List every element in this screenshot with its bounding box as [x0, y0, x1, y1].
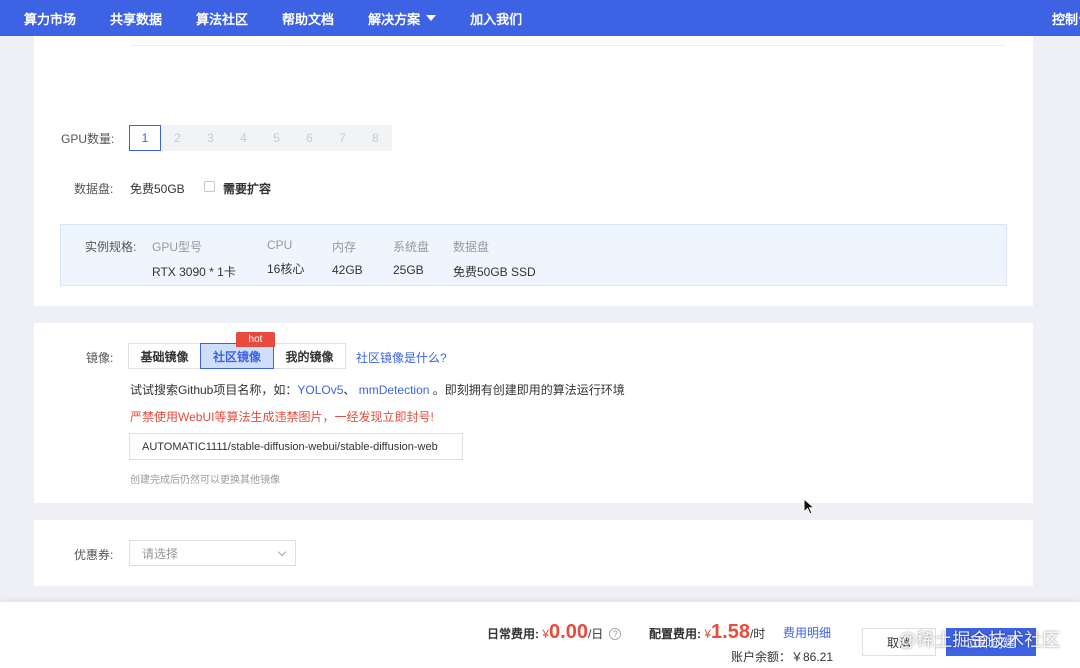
divider	[130, 45, 1006, 46]
config-fee-amount: 1.58	[711, 621, 750, 643]
hint-sep: 、	[343, 383, 356, 397]
nav-item-help-docs[interactable]: 帮助文档	[282, 9, 334, 28]
spec-value: 42GB	[332, 263, 363, 277]
config-fee-unit: /时	[749, 627, 766, 641]
chevron-down-icon	[426, 15, 437, 21]
spec-col-gpu: GPU型号 RTX 3090 * 1卡	[152, 238, 236, 280]
mirror-label: 镜像:	[86, 351, 114, 365]
daily-fee-unit: /日	[587, 627, 604, 641]
tab-base-mirror[interactable]: 基础镜像	[128, 343, 201, 369]
nav-item-solutions[interactable]: 解决方案	[368, 9, 437, 28]
gpu-option-5[interactable]: 5	[260, 125, 293, 151]
hint-text: 试试搜索Github项目名称，如：	[130, 383, 298, 397]
mirror-warning: 严禁使用WebUI等算法生成违禁图片，一经发现立即封号!	[130, 410, 434, 424]
gpu-count-label: GPU数量:	[61, 132, 115, 146]
hint-text: 。即刻拥有创建即用的算法运行环境	[432, 383, 625, 397]
top-nav: 算力市场 共享数据 算法社区 帮助文档 解决方案 加入我们 控制台	[0, 0, 1080, 36]
gpu-count-selector: 1 2 3 4 5 6 7 8	[129, 125, 392, 151]
nav-item-label: 共享数据	[110, 11, 163, 27]
free-disk-value: 免费50GB	[130, 182, 185, 196]
gpu-option-6[interactable]: 6	[293, 125, 326, 151]
cancel-button[interactable]: 取消	[862, 628, 936, 656]
spec-header: GPU型号	[152, 240, 203, 254]
expand-disk-checkbox[interactable]	[204, 181, 215, 192]
nav-item-label: 算力市场	[24, 11, 77, 27]
mirror-input[interactable]	[129, 433, 463, 460]
spec-header: 数据盘	[453, 240, 490, 254]
spec-value: 16核心	[267, 262, 305, 276]
nav-item-algorithm-community[interactable]: 算法社区	[196, 9, 248, 28]
help-circle-icon[interactable]: ?	[609, 628, 622, 640]
tab-my-mirror[interactable]: 我的镜像	[273, 343, 346, 369]
mouse-cursor-icon	[803, 498, 816, 515]
spec-col-data-disk: 数据盘 免费50GB SSD	[453, 238, 536, 280]
spec-header: 系统盘	[393, 240, 430, 254]
fee-detail-link[interactable]: 费用明细	[783, 624, 831, 641]
expand-disk-label[interactable]: 需要扩容	[223, 180, 271, 197]
coupon-placeholder: 请选择	[142, 546, 179, 561]
instance-spec-box: 实例规格: GPU型号 RTX 3090 * 1卡 CPU 16核心 内存 42…	[60, 224, 1007, 286]
spec-header: 内存	[332, 240, 357, 254]
coupon-label: 优惠券:	[74, 548, 114, 562]
daily-fee-amount: 0.00	[549, 621, 588, 643]
nav-item-compute-market[interactable]: 算力市场	[24, 9, 76, 28]
gpu-option-8[interactable]: 8	[359, 125, 392, 151]
community-mirror-help-link[interactable]: 社区镜像是什么?	[356, 349, 447, 366]
spec-col-system-disk: 系统盘 25GB	[393, 238, 429, 277]
nav-item-label: 解决方案	[368, 11, 421, 27]
spec-header: CPU	[267, 238, 293, 252]
nav-item-label: 加入我们	[470, 11, 523, 27]
nav-item-label: 算法社区	[196, 11, 249, 27]
spec-value: 免费50GB SSD	[453, 265, 536, 279]
gpu-option-7[interactable]: 7	[326, 125, 359, 151]
spec-value: 25GB	[393, 263, 424, 277]
yolov5-link[interactable]: YOLOv5	[297, 383, 343, 397]
fee-footer: 日常费用: ¥0.00/日? 配置费用: ¥1.58/时 费用明细 账户余额：￥…	[0, 602, 1080, 668]
mirror-card: 镜像: hot 基础镜像 社区镜像 我的镜像 社区镜像是什么? 试试搜索Gith…	[34, 323, 1033, 503]
chevron-down-icon	[277, 547, 287, 557]
gpu-option-2[interactable]: 2	[161, 125, 194, 151]
create-now-button[interactable]: 立即创建	[946, 628, 1036, 656]
config-fee-label: 配置费用:	[649, 627, 701, 641]
nav-item-shared-data[interactable]: 共享数据	[110, 9, 162, 28]
config-fee: 配置费用: ¥1.58/时	[649, 621, 765, 644]
nav-item-label: 控制台	[1052, 11, 1080, 27]
mirror-note: 创建完成后仍然可以更换其他镜像	[130, 475, 280, 486]
gpu-option-4[interactable]: 4	[227, 125, 260, 151]
hot-badge: hot	[236, 332, 275, 347]
spec-col-memory: 内存 42GB	[332, 238, 363, 277]
spec-col-cpu: CPU 16核心	[267, 238, 304, 277]
instance-config-card: GPU数量: 1 2 3 4 5 6 7 8 数据盘: 免费50GB 需要扩容 …	[34, 36, 1033, 306]
coupon-select[interactable]: 请选择	[129, 540, 296, 566]
nav-item-label: 帮助文档	[282, 11, 335, 27]
mmdetection-link[interactable]: mmDetection	[359, 383, 430, 397]
mirror-hint: 试试搜索Github项目名称，如：YOLOv5、 mmDetection 。即刻…	[130, 381, 625, 398]
data-disk-label: 数据盘:	[74, 182, 114, 196]
gpu-option-3[interactable]: 3	[194, 125, 227, 151]
coupon-card: 优惠券: 请选择	[34, 520, 1033, 586]
daily-fee: 日常费用: ¥0.00/日?	[487, 621, 622, 644]
spec-value: RTX 3090 * 1卡	[152, 265, 236, 279]
account-balance: 账户余额：￥86.21	[731, 650, 834, 664]
nav-item-console[interactable]: 控制台	[1052, 0, 1080, 36]
nav-item-join-us[interactable]: 加入我们	[470, 9, 522, 28]
gpu-option-1[interactable]: 1	[129, 125, 161, 151]
daily-fee-label: 日常费用:	[487, 627, 539, 641]
spec-label: 实例规格:	[85, 240, 137, 254]
